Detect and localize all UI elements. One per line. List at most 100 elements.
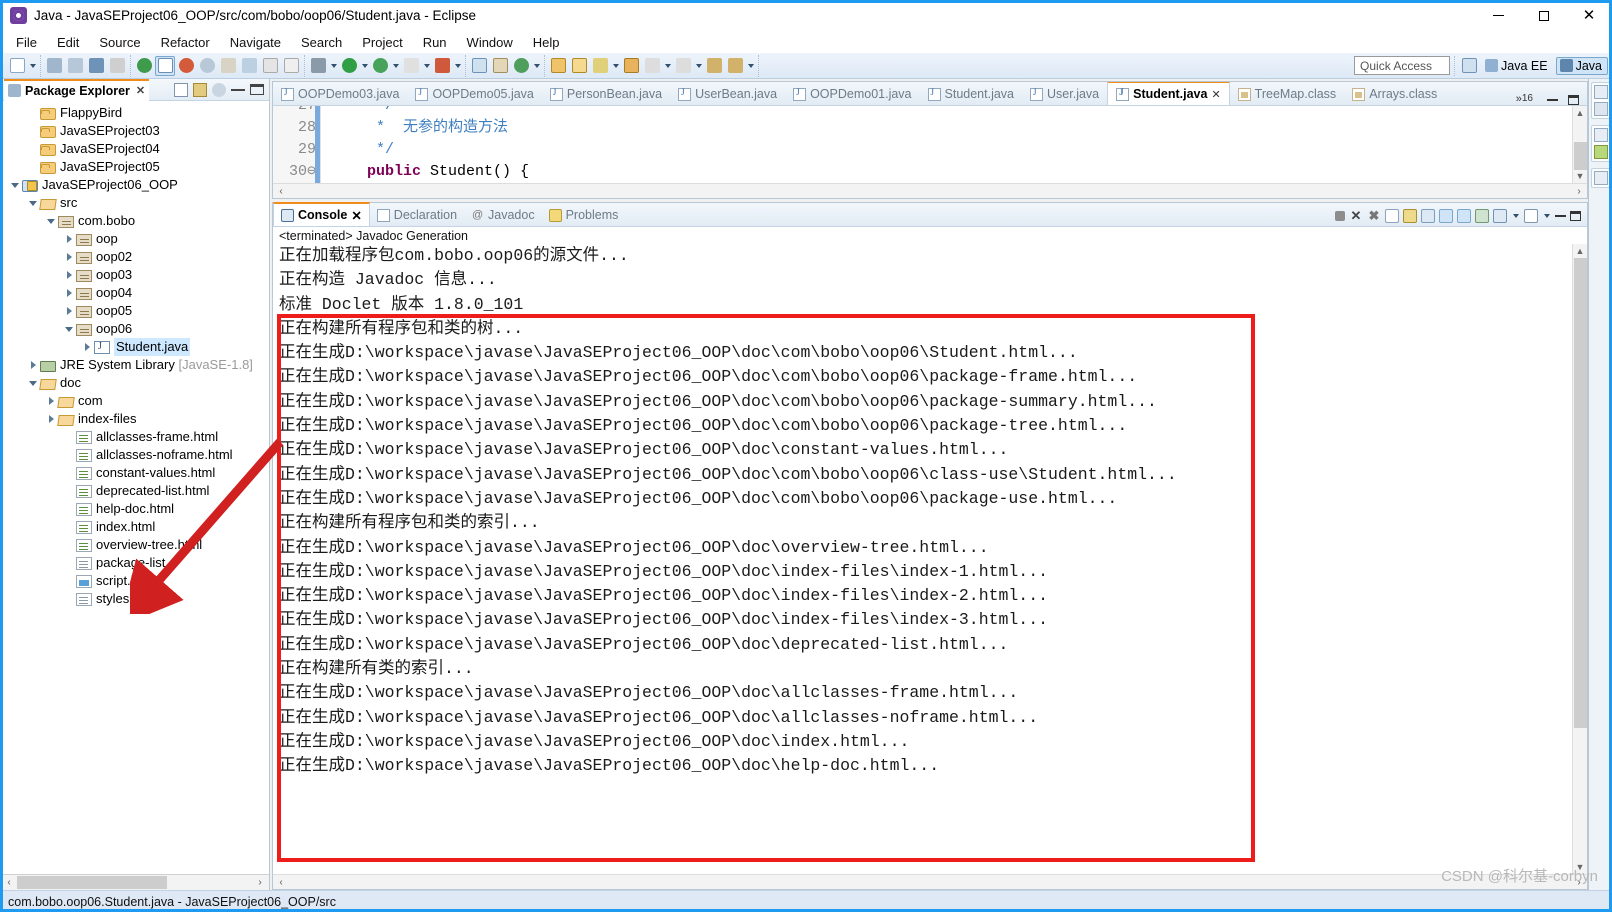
hscroll-thumb[interactable] [17, 876, 167, 889]
editor-tab-student-java-5[interactable]: Student.java [920, 83, 1023, 105]
previous-annotation-dropdown-icon[interactable] [694, 56, 703, 76]
tree-item-com-bobo[interactable]: com.bobo [0, 212, 269, 230]
link-with-editor-icon[interactable] [193, 82, 207, 97]
new-dropdown-icon[interactable] [28, 56, 37, 76]
display-selected-console-icon[interactable] [1439, 209, 1453, 223]
print-icon[interactable] [86, 56, 106, 76]
chevron-down-icon[interactable] [8, 178, 22, 192]
search-files-icon[interactable] [590, 56, 610, 76]
restore-other-icon[interactable] [1593, 171, 1608, 185]
chevron-down-icon[interactable] [62, 322, 76, 336]
scroll-lock-icon[interactable] [1403, 209, 1417, 223]
debug-icon[interactable] [308, 56, 328, 76]
tree-item-src[interactable]: src [0, 194, 269, 212]
menu-window[interactable]: Window [457, 33, 523, 52]
tree-item-doc[interactable]: doc [0, 374, 269, 392]
tree-item-student-java[interactable]: Student.java [0, 338, 269, 356]
chevron-right-icon[interactable] [62, 304, 76, 318]
close-button[interactable]: ✕ [1566, 0, 1612, 31]
tree-item-script-js[interactable]: script.js [0, 572, 269, 590]
editor-hscroll-track[interactable] [289, 184, 1571, 198]
palette-view-icon[interactable] [1593, 145, 1608, 159]
minimize-icon[interactable] [1547, 99, 1558, 101]
collapse-all-icon[interactable] [174, 82, 188, 97]
close-icon[interactable]: ✕ [136, 84, 145, 97]
toggle-block-selection-icon[interactable] [281, 56, 301, 76]
run-icon[interactable] [339, 56, 359, 76]
editor-body[interactable]: 27 28 29 30⊖ */ * 无参的构造方法 */ public Student… [273, 106, 1587, 183]
maximize-button[interactable] [1521, 0, 1566, 31]
editor-vscroll-thumb[interactable] [1573, 142, 1587, 170]
chevron-right-icon[interactable] [62, 232, 76, 246]
scroll-up-icon[interactable]: ▲ [1576, 106, 1585, 120]
editor-code-area[interactable]: */ * 无参的构造方法 */ public Student() { [321, 106, 1572, 183]
tree-item-oop04[interactable]: oop04 [0, 284, 269, 302]
annotation-icon[interactable] [239, 56, 259, 76]
package-explorer-tree[interactable]: FlappyBird JavaSEProject03 JavaSEProject04… [0, 101, 269, 874]
restore-editor-icon[interactable] [1593, 85, 1608, 99]
console-panel-tab-javadoc[interactable]: @ Javadoc [464, 204, 542, 226]
minimize-icon[interactable] [1555, 215, 1566, 217]
console-panel-tab-declaration[interactable]: Declaration [370, 204, 464, 226]
menu-help[interactable]: Help [523, 33, 570, 52]
tree-item-oop02[interactable]: oop02 [0, 248, 269, 266]
package-explorer-hscrollbar[interactable]: ‹ › [0, 874, 269, 890]
editor-tab-oopdemo03-java-0[interactable]: OOPDemo03.java [273, 83, 407, 105]
new-class-dropdown-icon[interactable] [532, 56, 541, 76]
tree-item-javaseproject06-oop[interactable]: JavaSEProject06_OOP [0, 176, 269, 194]
menu-run[interactable]: Run [413, 33, 457, 52]
previous-annotation-icon[interactable] [673, 56, 693, 76]
menu-search[interactable]: Search [291, 33, 352, 52]
next-annotation-dropdown-icon[interactable] [663, 56, 672, 76]
console-panel-tab-console[interactable]: Console ✕ [273, 202, 370, 226]
new-package-icon[interactable] [490, 56, 510, 76]
save-all-icon[interactable] [65, 56, 85, 76]
tree-item-oop03[interactable]: oop03 [0, 266, 269, 284]
menu-edit[interactable]: Edit [47, 33, 89, 52]
tree-item-oop06[interactable]: oop06 [0, 320, 269, 338]
run-external-dropdown-icon[interactable] [391, 56, 400, 76]
console-scroll-left-icon[interactable]: ‹ [273, 875, 289, 890]
clear-console-icon[interactable] [1385, 209, 1399, 223]
forward-icon[interactable] [725, 56, 745, 76]
run-external-icon[interactable] [370, 56, 390, 76]
chevron-right-icon[interactable] [44, 412, 58, 426]
new-class-icon[interactable] [511, 56, 531, 76]
menu-navigate[interactable]: Navigate [220, 33, 291, 52]
editor-tab-student-java-7[interactable]: Student.java✕ [1107, 82, 1230, 105]
tree-item-com[interactable]: com [0, 392, 269, 410]
view-menu-icon[interactable] [212, 82, 226, 97]
editor-hscrollbar[interactable]: ‹ › [273, 183, 1587, 198]
tree-item-javaseproject05[interactable]: JavaSEProject05 [0, 158, 269, 176]
scroll-right-icon[interactable]: › [252, 875, 268, 890]
maximize-icon[interactable] [250, 84, 264, 95]
search-dropdown-icon[interactable] [611, 56, 620, 76]
tree-item-javaseproject03[interactable]: JavaSEProject03 [0, 122, 269, 140]
tree-item-allclasses-noframe-html[interactable]: allclasses-noframe.html [0, 446, 269, 464]
tree-item-jre-system-library[interactable]: JRE System Library [JavaSE-1.8] [0, 356, 269, 374]
menu-project[interactable]: Project [352, 33, 412, 52]
maximize-icon[interactable] [1570, 211, 1581, 221]
maximize-icon[interactable] [1568, 95, 1579, 105]
tree-item-oop[interactable]: oop [0, 230, 269, 248]
chevron-right-icon[interactable] [26, 358, 40, 372]
chevron-right-icon[interactable] [80, 340, 94, 354]
tree-item-stylesheet-css[interactable]: stylesheet.css [0, 590, 269, 608]
chevron-right-icon[interactable] [62, 286, 76, 300]
menu-file[interactable]: File [6, 33, 47, 52]
chevron-right-icon[interactable] [62, 268, 76, 282]
editor-vscrollbar[interactable]: ▲ ▼ [1572, 106, 1587, 183]
open-resource-icon[interactable] [621, 56, 641, 76]
editor-tab-personbean-java-2[interactable]: PersonBean.java [542, 83, 670, 105]
tree-item-deprecated-list-html[interactable]: deprecated-list.html [0, 482, 269, 500]
hscroll-track[interactable] [17, 876, 252, 889]
open-type-icon[interactable] [548, 56, 568, 76]
console-scroll-up-icon[interactable]: ▲ [1576, 244, 1585, 258]
generate-javadoc-icon[interactable] [176, 56, 196, 76]
chevron-down-icon[interactable] [26, 376, 40, 390]
remove-launch-icon[interactable]: ✕ [1349, 209, 1363, 223]
open-task-icon[interactable] [569, 56, 589, 76]
build-all-icon[interactable] [134, 56, 154, 76]
console-vscroll-thumb[interactable] [1573, 258, 1587, 728]
editor-tab-oopdemo05-java-1[interactable]: OOPDemo05.java [407, 83, 541, 105]
